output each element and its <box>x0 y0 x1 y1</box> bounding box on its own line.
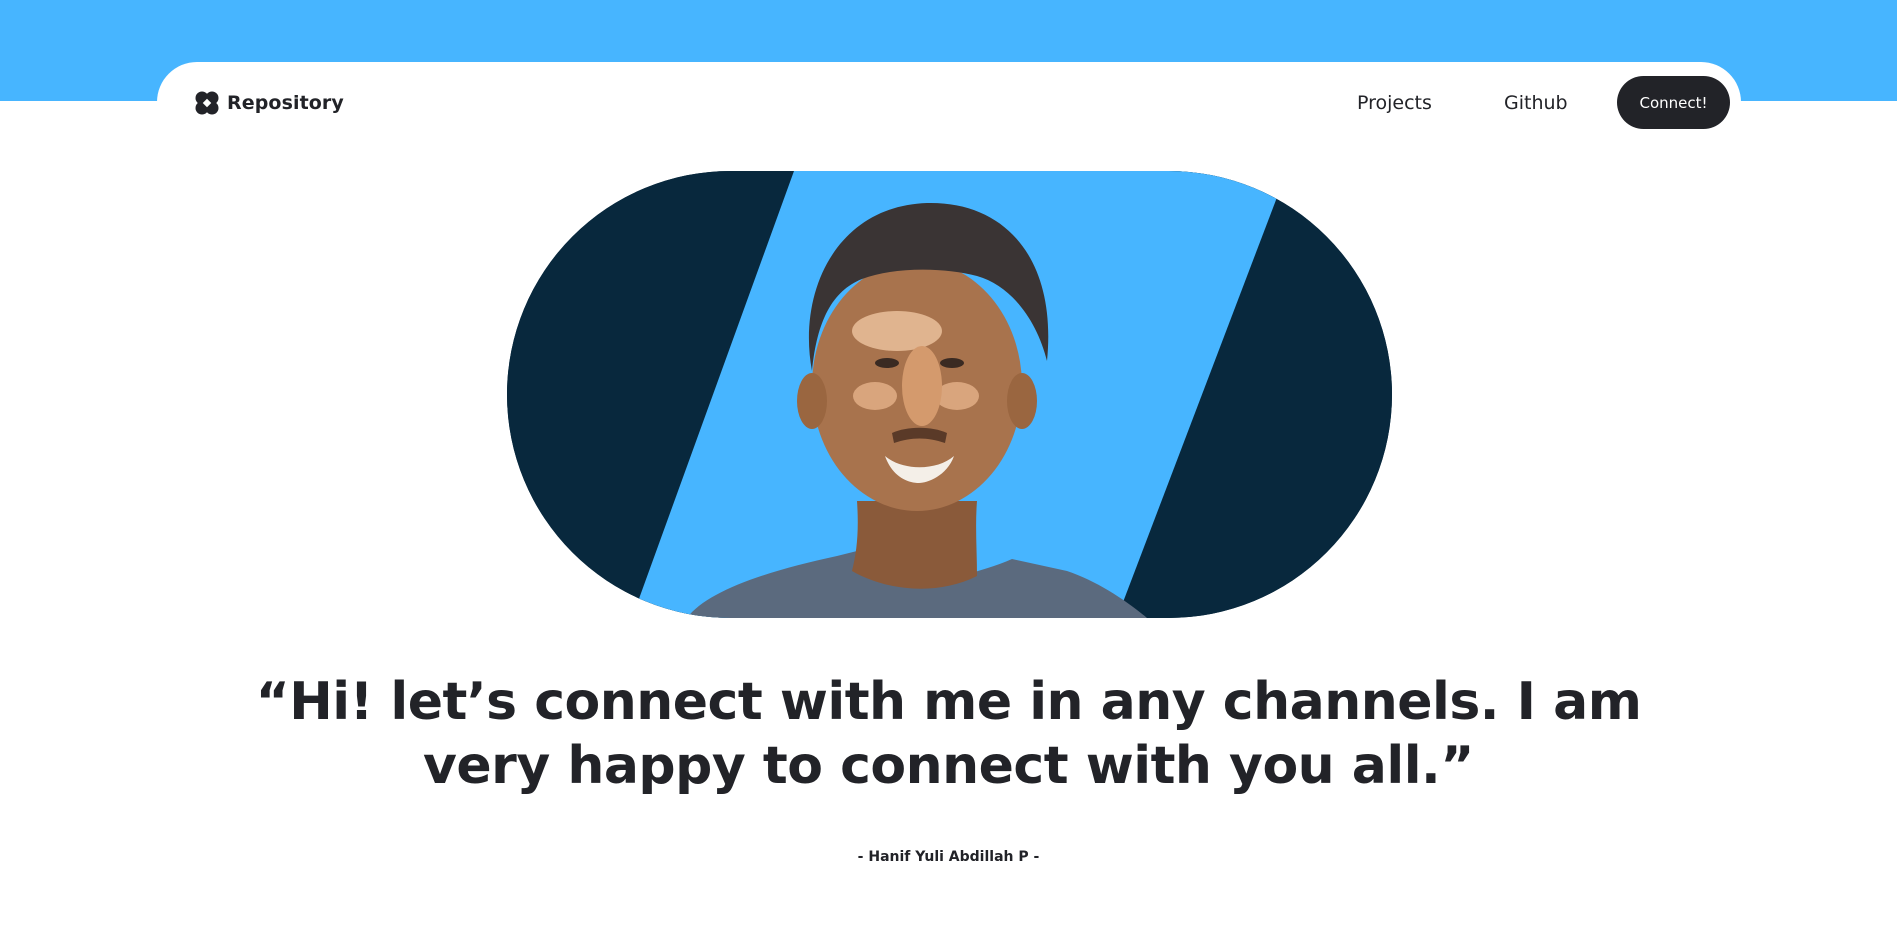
portrait-photo <box>507 171 1392 618</box>
connect-button[interactable]: Connect! <box>1617 76 1730 129</box>
nav-link-projects[interactable]: Projects <box>1357 92 1432 114</box>
quote-author: - Hanif Yuli Abdillah P - <box>857 849 1040 865</box>
nav-link-github[interactable]: Github <box>1504 92 1568 114</box>
navbar: Repository Projects Github Connect! <box>157 62 1741 142</box>
hero-portrait-banner <box>507 171 1392 618</box>
clover-logo-icon <box>195 91 219 115</box>
quote-text: “Hi! let’s connect with me in any channe… <box>255 672 1642 796</box>
brand-name: Repository <box>227 92 344 114</box>
brand-link[interactable]: Repository <box>193 89 344 117</box>
